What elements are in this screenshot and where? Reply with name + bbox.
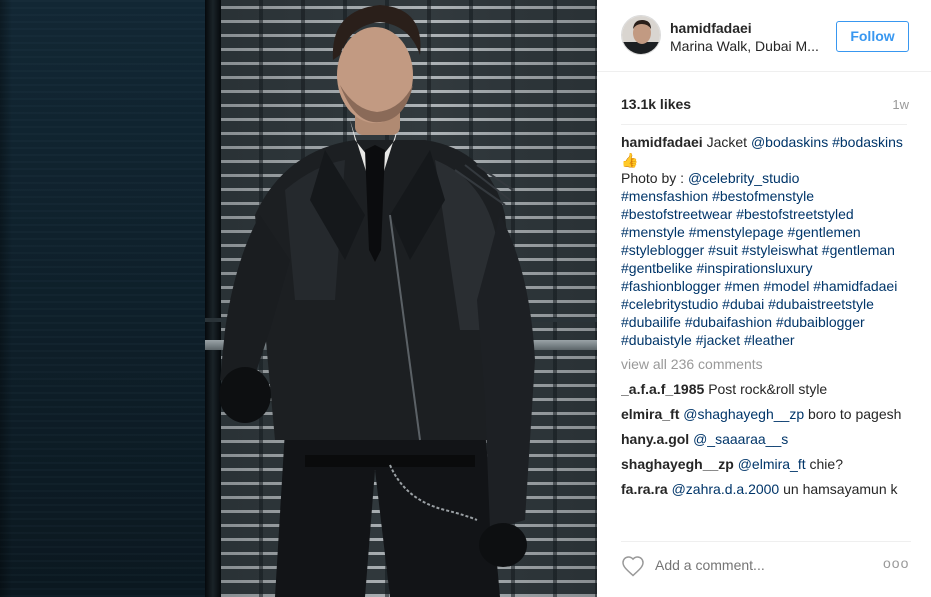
divider <box>621 124 907 125</box>
thumbs-up-icon: 👍 <box>621 152 639 168</box>
hashtag-link[interactable]: #fashionblogger <box>621 278 721 294</box>
hashtag-link[interactable]: #dubaistreetstyle <box>768 296 874 312</box>
avatar[interactable] <box>621 15 661 55</box>
hashtag-link[interactable]: #gentlemen <box>788 224 861 240</box>
hashtag-link[interactable]: #leather <box>744 332 795 348</box>
hashtag-link[interactable]: #mensfashion <box>621 188 708 204</box>
comment-username[interactable]: elmira_ft <box>621 406 679 422</box>
comment-username[interactable]: shaghayegh__zp <box>621 456 734 472</box>
comment-text: boro to pagesh <box>808 406 902 422</box>
hashtag-link[interactable]: #bestofstreetstyled <box>736 206 854 222</box>
comment-username[interactable]: fa.ra.ra <box>621 481 668 497</box>
post-details-panel: hamidfadaei Marina Walk, Dubai M... Foll… <box>597 0 931 597</box>
hashtag-link[interactable]: #dubaifashion <box>685 314 772 330</box>
caption: hamidfadaei Jacket @bodaskins #bodaskins… <box>621 133 911 349</box>
post-header: hamidfadaei Marina Walk, Dubai M... Foll… <box>597 0 931 72</box>
caption-hashtag[interactable]: #bodaskins <box>832 134 903 150</box>
hashtag-link[interactable]: #dubai <box>722 296 764 312</box>
comment-list: _a.f.a.f_1985 Post rock&roll style elmira… <box>621 380 911 498</box>
more-options-icon[interactable]: ooo <box>883 555 909 575</box>
comment-item: shaghayegh__zp @elmira_ft chie? <box>621 455 911 473</box>
follow-button[interactable]: Follow <box>836 21 909 52</box>
comment-mention[interactable]: @shaghayegh__zp <box>683 406 804 422</box>
heart-icon[interactable] <box>621 555 645 577</box>
likes-count[interactable]: 13.1k likes <box>621 96 691 112</box>
hashtag-link[interactable]: #dubaiblogger <box>776 314 865 330</box>
caption-photographer[interactable]: @celebrity_studio <box>688 170 800 186</box>
post-username[interactable]: hamidfadaei <box>670 20 752 36</box>
caption-username[interactable]: hamidfadaei <box>621 134 703 150</box>
comment-text: chie? <box>809 456 843 472</box>
hashtag-link[interactable]: #bestofmenstyle <box>712 188 814 204</box>
hashtag-link[interactable]: #gentleman <box>822 242 895 258</box>
comment-item: _a.f.a.f_1985 Post rock&roll style <box>621 380 911 398</box>
hashtag-link[interactable]: #styleiswhat <box>742 242 818 258</box>
hashtag-link[interactable]: #model <box>763 278 809 294</box>
caption-text: Jacket <box>706 134 748 150</box>
window-glass <box>0 0 210 597</box>
comment-username[interactable]: hany.a.gol <box>621 431 689 447</box>
avatar-image <box>622 16 660 54</box>
post-footer: ooo <box>621 541 911 597</box>
comment-item: hany.a.gol @_saaaraa__s <box>621 430 911 448</box>
hashtag-link[interactable]: #bestofstreetwear <box>621 206 732 222</box>
hashtag-link[interactable]: #menstyle <box>621 224 685 240</box>
hashtag-link[interactable]: #styleblogger <box>621 242 704 258</box>
hashtag-link[interactable]: #suit <box>708 242 738 258</box>
hashtag-link[interactable]: #jacket <box>696 332 740 348</box>
view-all-comments-link[interactable]: view all 236 comments <box>621 355 911 373</box>
comment-mention[interactable]: @zahra.d.a.2000 <box>672 481 780 497</box>
post-photo[interactable] <box>0 0 597 597</box>
hashtag-link[interactable]: #gentbelike <box>621 260 693 276</box>
comment-mention[interactable]: @elmira_ft <box>738 456 806 472</box>
caption-hashtags: #mensfashion #bestofmenstyle #bestofstre… <box>621 188 897 348</box>
post-location[interactable]: Marina Walk, Dubai M... <box>670 38 819 54</box>
hashtag-link[interactable]: #dubailife <box>621 314 681 330</box>
add-comment-input[interactable] <box>655 555 855 575</box>
caption-photo-prefix: Photo by : <box>621 170 685 186</box>
hashtag-link[interactable]: #hamidfadaei <box>813 278 897 294</box>
caption-mention[interactable]: @bodaskins <box>751 134 828 150</box>
hashtag-link[interactable]: #men <box>725 278 760 294</box>
comment-mention[interactable]: @_saaaraa__s <box>693 431 788 447</box>
comment-text: un hamsayamun k <box>783 481 898 497</box>
hashtag-link[interactable]: #menstylepage <box>689 224 784 240</box>
comment-item: fa.ra.ra @zahra.d.a.2000 un hamsayamun k <box>621 480 911 498</box>
comment-username[interactable]: _a.f.a.f_1985 <box>621 381 704 397</box>
comment-text: Post rock&roll style <box>708 381 828 397</box>
comment-item: elmira_ft @shaghayegh__zp boro to pagesh <box>621 405 911 423</box>
comments-section: hamidfadaei Jacket @bodaskins #bodaskins… <box>621 133 911 539</box>
post-time[interactable]: 1w <box>892 97 909 112</box>
man-in-leather-jacket <box>219 5 535 597</box>
hashtag-link[interactable]: #inspirationsluxury <box>697 260 813 276</box>
hashtag-link[interactable]: #dubaistyle <box>621 332 692 348</box>
hashtag-link[interactable]: #celebritystudio <box>621 296 718 312</box>
